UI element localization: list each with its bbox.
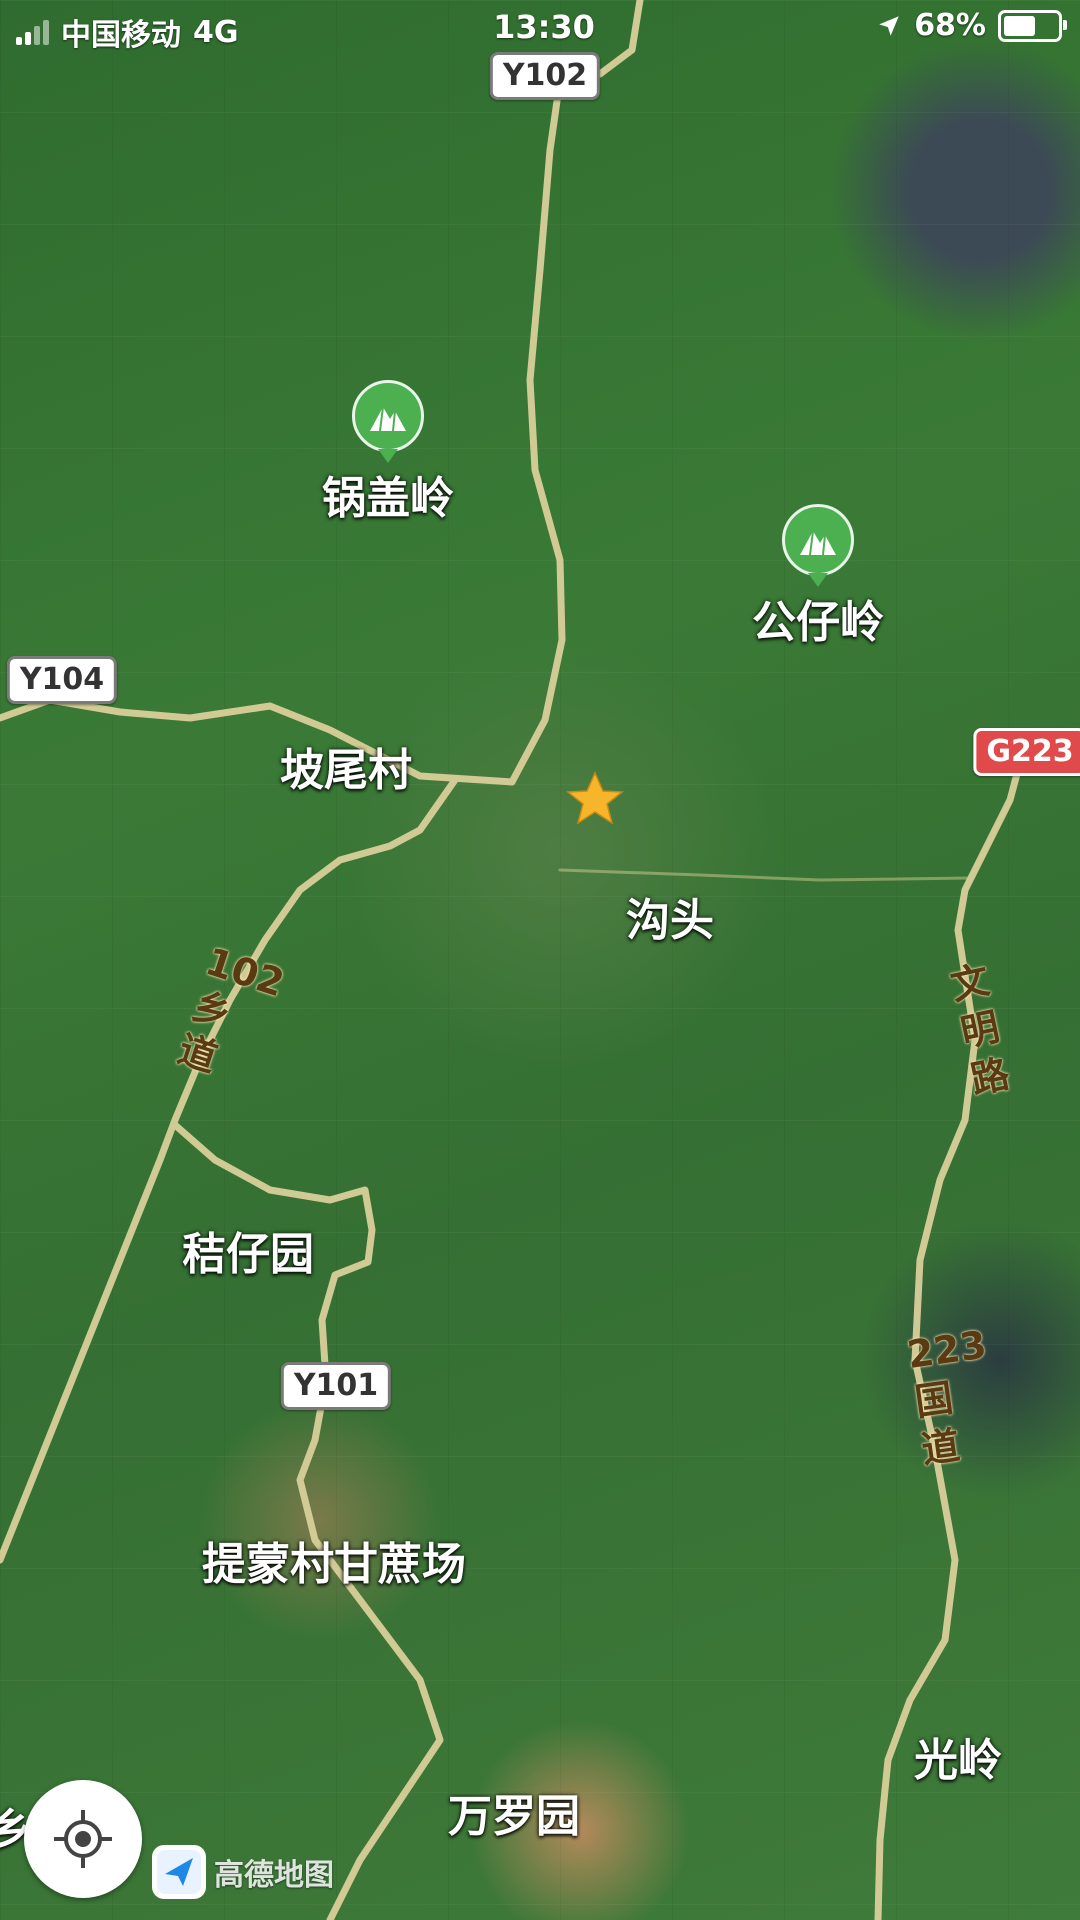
location-arrow-icon bbox=[879, 15, 899, 36]
amap-logo: 高德地图 bbox=[152, 1845, 334, 1899]
carrier-name: 中国移动 bbox=[61, 18, 181, 53]
star-marker bbox=[565, 771, 625, 825]
signal-icon bbox=[16, 19, 49, 45]
mountain-icon[interactable] bbox=[352, 380, 424, 452]
battery-percent: 68% bbox=[914, 8, 986, 43]
satellite-map[interactable]: Y102 Y104 G223 Y101 锅盖岭 公仔岭 坡尾村 沟头 秸仔园 提… bbox=[0, 0, 1080, 1920]
road-shield-y101: Y101 bbox=[280, 1362, 392, 1410]
road-shield-g223: G223 bbox=[973, 728, 1080, 776]
logo-text: 高德地图 bbox=[214, 1858, 334, 1893]
road-network bbox=[0, 0, 1022, 1920]
place-label-jiezaiyuan[interactable]: 秸仔园 bbox=[182, 1218, 314, 1282]
mountain-icon[interactable] bbox=[782, 504, 854, 576]
place-label-gongzailing[interactable]: 公仔岭 bbox=[752, 586, 884, 650]
status-bar: 中国移动 4G 13:30 68% bbox=[0, 0, 1080, 60]
locate-button[interactable] bbox=[24, 1780, 142, 1898]
clock: 13:30 bbox=[493, 8, 595, 46]
network-type: 4G bbox=[193, 14, 239, 50]
place-label-timengcun[interactable]: 提蒙村甘蔗场 bbox=[202, 1528, 466, 1592]
place-label-guangling[interactable]: 光岭 bbox=[914, 1724, 1002, 1788]
battery-icon bbox=[998, 9, 1067, 42]
road-y104 bbox=[0, 696, 516, 786]
place-label-wanluoyuan[interactable]: 万罗园 bbox=[448, 1780, 580, 1844]
road-y102 bbox=[508, 0, 644, 786]
navigation-arrow-icon bbox=[152, 1845, 206, 1899]
place-label-poweicun[interactable]: 坡尾村 bbox=[280, 734, 412, 798]
place-label-goutou[interactable]: 沟头 bbox=[626, 884, 714, 948]
locate-crosshair-icon bbox=[54, 1810, 112, 1868]
road-shield-y104: Y104 bbox=[6, 656, 118, 704]
place-label-guogailing[interactable]: 锅盖岭 bbox=[322, 462, 454, 526]
road-track bbox=[558, 868, 972, 882]
